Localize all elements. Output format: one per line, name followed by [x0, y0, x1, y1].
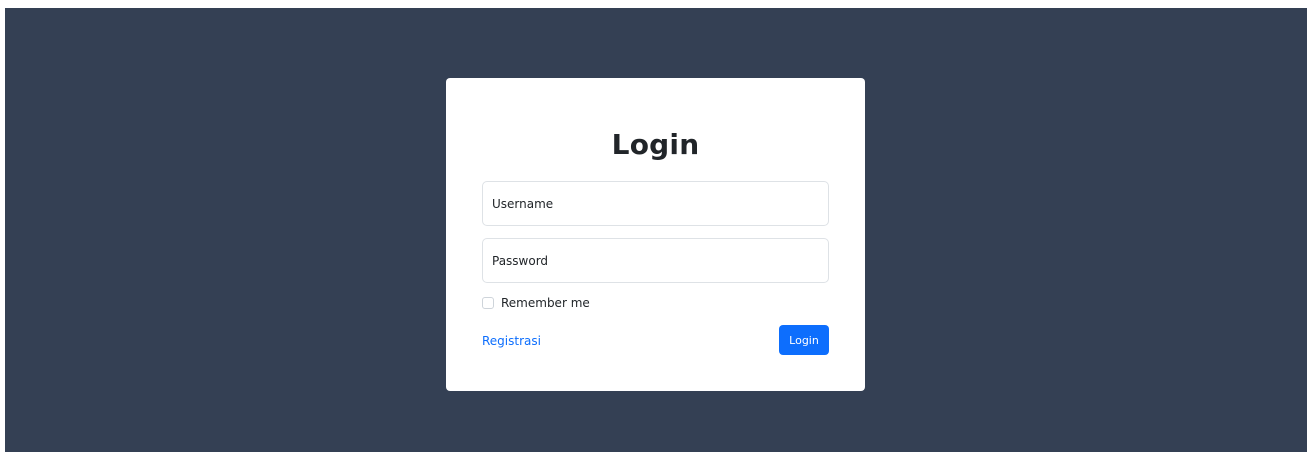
- page-title: Login: [611, 128, 700, 161]
- password-input[interactable]: [482, 238, 829, 283]
- username-input[interactable]: [482, 181, 829, 226]
- remember-me-option[interactable]: Remember me: [482, 296, 590, 310]
- remember-me-label: Remember me: [501, 296, 590, 310]
- login-button[interactable]: Login: [779, 325, 829, 355]
- remember-me-checkbox[interactable]: [482, 297, 494, 309]
- page-background: Login Remember me Registrasi Login: [5, 8, 1307, 452]
- register-link[interactable]: Registrasi: [482, 334, 541, 348]
- login-card: Login Remember me Registrasi Login: [446, 78, 865, 391]
